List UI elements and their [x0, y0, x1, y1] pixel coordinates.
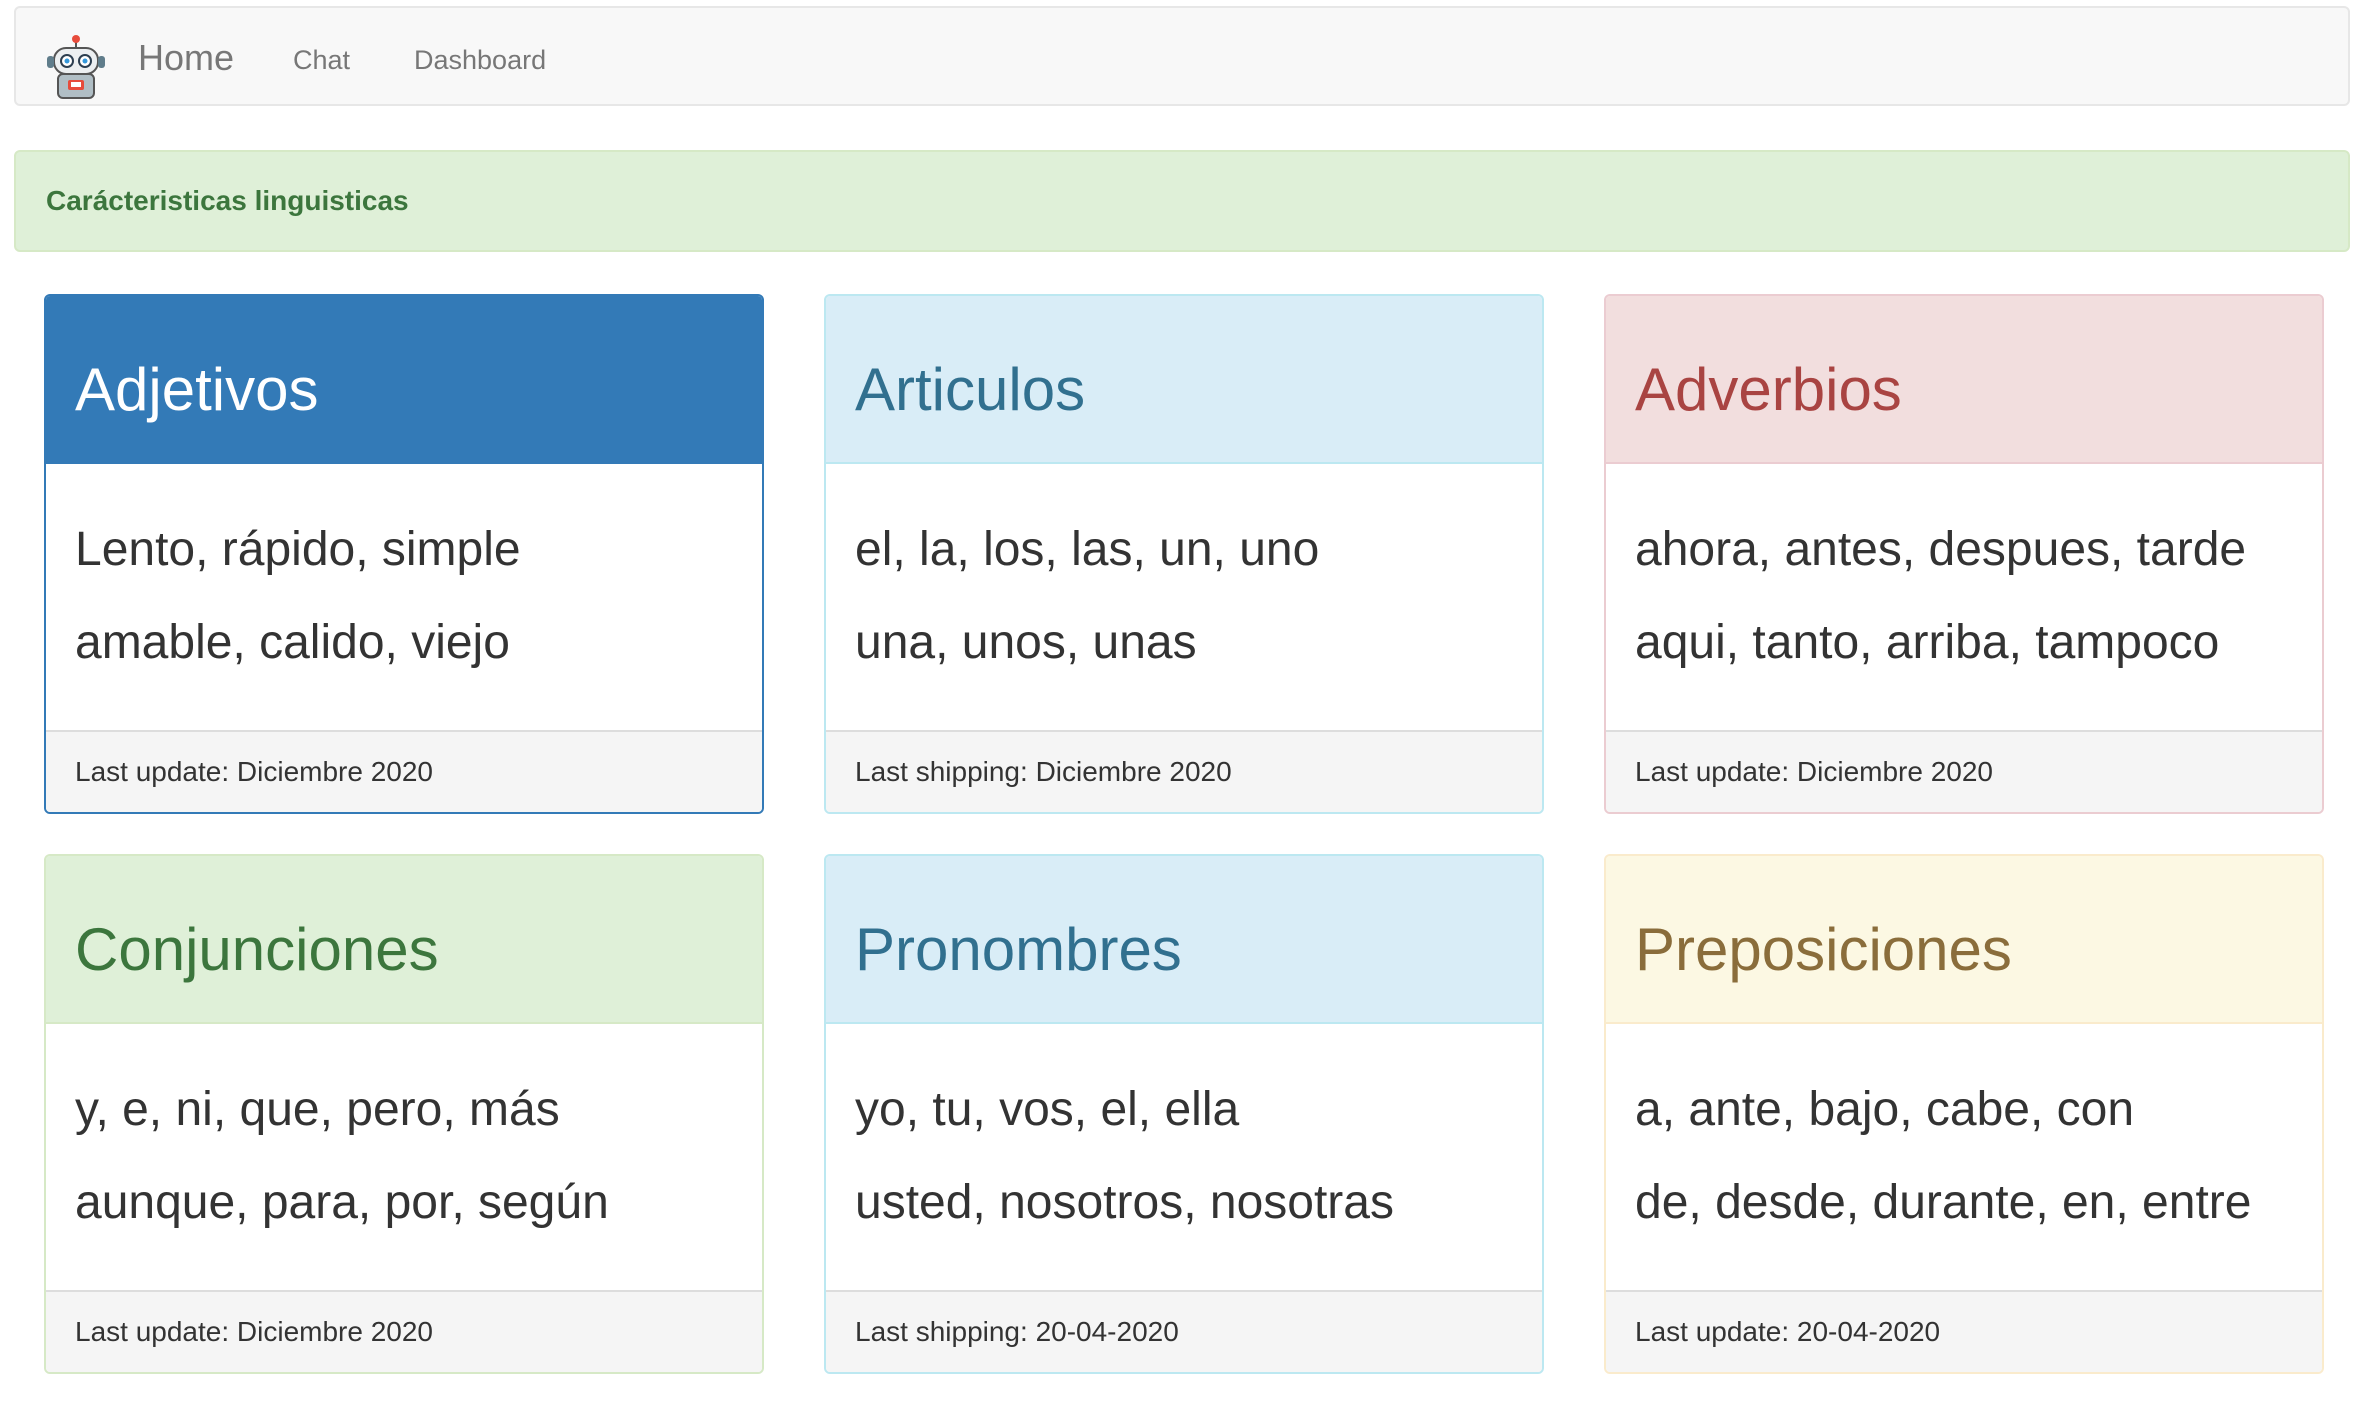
panel-line: y, e, ni, que, pero, más: [75, 1083, 560, 1136]
panel-line: aunque, para, por, según: [75, 1176, 609, 1229]
panel-adjetivos: Adjetivos Lento, rápido, simple amable, …: [44, 294, 764, 814]
nav-chat-link[interactable]: Chat: [293, 44, 350, 76]
robot-icon[interactable]: [44, 34, 108, 104]
panel-footer: Last update: Diciembre 2020: [46, 1290, 762, 1372]
panel-footer: Last update: Diciembre 2020: [1606, 730, 2322, 812]
panel-articulos: Articulos el, la, los, las, un, uno una,…: [824, 294, 1544, 814]
nav-dashboard-link[interactable]: Dashboard: [414, 44, 546, 76]
panel-line: amable, calido, viejo: [75, 616, 510, 669]
panel-footer: Last shipping: Diciembre 2020: [826, 730, 1542, 812]
panel-footer: Last update: 20-04-2020: [1606, 1290, 2322, 1372]
panel-title: Adverbios: [1635, 356, 1902, 423]
navbar: Home Chat Dashboard: [14, 6, 2350, 106]
panel-line: de, desde, durante, en, entre: [1635, 1176, 2252, 1229]
panel-heading: Articulos: [826, 296, 1542, 464]
panel-line: el, la, los, las, un, uno: [855, 523, 1320, 576]
panel-body: yo, tu, vos, el, ella usted, nosotros, n…: [826, 1024, 1542, 1290]
panel-line: yo, tu, vos, el, ella: [855, 1083, 1240, 1136]
panel-heading: Conjunciones: [46, 856, 762, 1024]
panel-body: ahora, antes, despues, tarde aqui, tanto…: [1606, 464, 2322, 730]
panel-line: Lento, rápido, simple: [75, 523, 521, 576]
panel-adverbios: Adverbios ahora, antes, despues, tarde a…: [1604, 294, 2324, 814]
panel-line: una, unos, unas: [855, 616, 1197, 669]
panel-title: Preposiciones: [1635, 916, 2012, 983]
panel-conjunciones: Conjunciones y, e, ni, que, pero, más au…: [44, 854, 764, 1374]
panel-pronombres: Pronombres yo, tu, vos, el, ella usted, …: [824, 854, 1544, 1374]
panel-line: a, ante, bajo, cabe, con: [1635, 1083, 2135, 1136]
panel-line: ahora, antes, despues, tarde: [1635, 523, 2247, 576]
panel-line: aqui, tanto, arriba, tampoco: [1635, 616, 2220, 669]
panel-heading: Preposiciones: [1606, 856, 2322, 1024]
panel-footer: Last shipping: 20-04-2020: [826, 1290, 1542, 1372]
panel-title: Pronombres: [855, 916, 1182, 983]
panel-footer: Last update: Diciembre 2020: [46, 730, 762, 812]
panel-title: Articulos: [855, 356, 1086, 423]
panel-line: usted, nosotros, nosotras: [855, 1176, 1394, 1229]
panel-title: Conjunciones: [75, 916, 439, 983]
panel-heading: Adverbios: [1606, 296, 2322, 464]
panel-body: Lento, rápido, simple amable, calido, vi…: [46, 464, 762, 730]
panel-preposiciones: Preposiciones a, ante, bajo, cabe, con d…: [1604, 854, 2324, 1374]
panel-heading: Pronombres: [826, 856, 1542, 1024]
alert-text: Carácteristicas linguisticas: [46, 185, 409, 216]
panel-body: a, ante, bajo, cabe, con de, desde, dura…: [1606, 1024, 2322, 1290]
panel-heading: Adjetivos: [46, 296, 762, 464]
panel-body: y, e, ni, que, pero, más aunque, para, p…: [46, 1024, 762, 1290]
alert-banner: Carácteristicas linguisticas: [14, 150, 2350, 252]
panel-title: Adjetivos: [75, 356, 319, 423]
nav-home-link[interactable]: Home: [138, 38, 234, 78]
panel-body: el, la, los, las, un, uno una, unos, una…: [826, 464, 1542, 730]
